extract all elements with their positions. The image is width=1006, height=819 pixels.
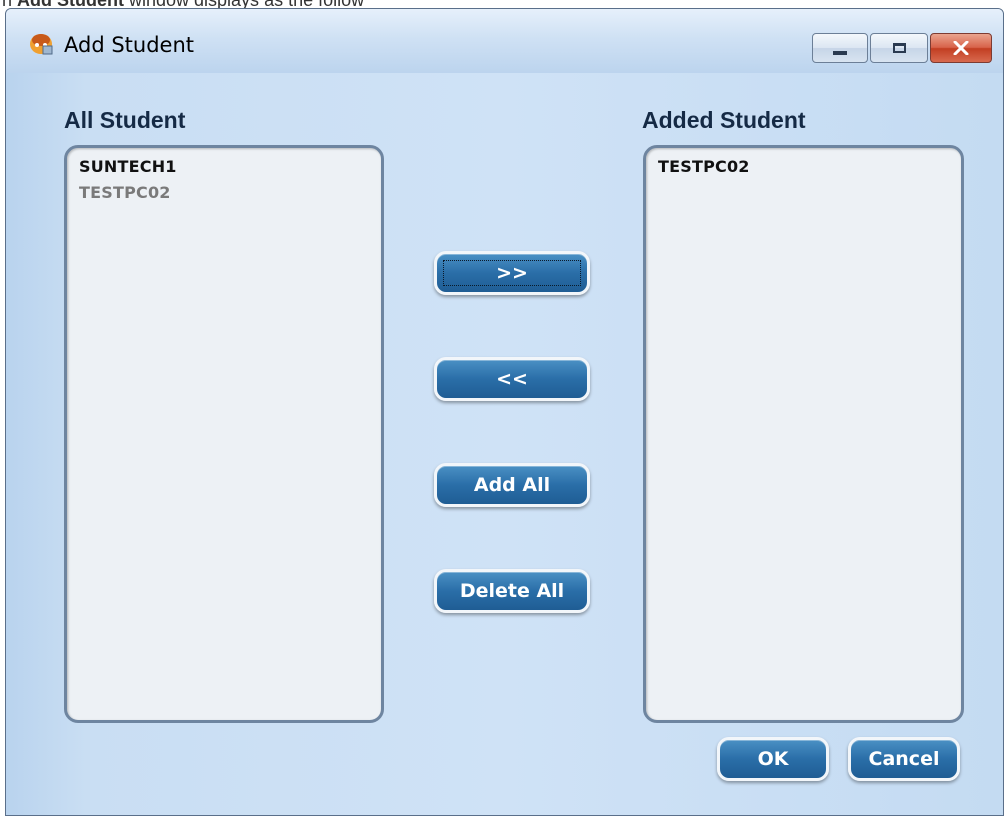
add-student-window: Add Student All Student Added Student SU… [5,8,1004,816]
close-icon [953,41,969,55]
title-bar[interactable]: Add Student [6,9,1003,73]
add-all-button[interactable]: Add All [434,463,590,507]
student-app-icon [30,34,53,55]
maximize-icon [892,43,906,53]
add-button[interactable]: >> [434,251,590,295]
added-student-list[interactable]: TESTPC02 [643,145,964,723]
close-button[interactable] [930,33,992,63]
minimize-button[interactable] [812,33,868,63]
added-student-heading: Added Student [642,107,806,133]
maximize-button[interactable] [870,33,928,63]
add-all-button-label: Add All [473,474,551,496]
cancel-button-label: Cancel [868,748,940,770]
focus-ring [443,260,581,286]
ok-button-label: OK [757,748,789,770]
list-item[interactable]: TESTPC02 [67,180,381,206]
delete-all-button[interactable]: Delete All [434,569,590,613]
window-title: Add Student [64,33,194,57]
all-student-list[interactable]: SUNTECH1 TESTPC02 [64,145,384,723]
remove-button[interactable]: << [434,357,590,401]
delete-all-button-label: Delete All [459,580,565,602]
list-item[interactable]: SUNTECH1 [67,154,381,180]
all-student-heading: All Student [64,107,186,133]
ok-button[interactable]: OK [717,737,829,781]
list-item[interactable]: TESTPC02 [646,154,961,180]
minimize-icon [833,51,847,55]
cancel-button[interactable]: Cancel [848,737,960,781]
remove-button-label: << [496,368,528,390]
